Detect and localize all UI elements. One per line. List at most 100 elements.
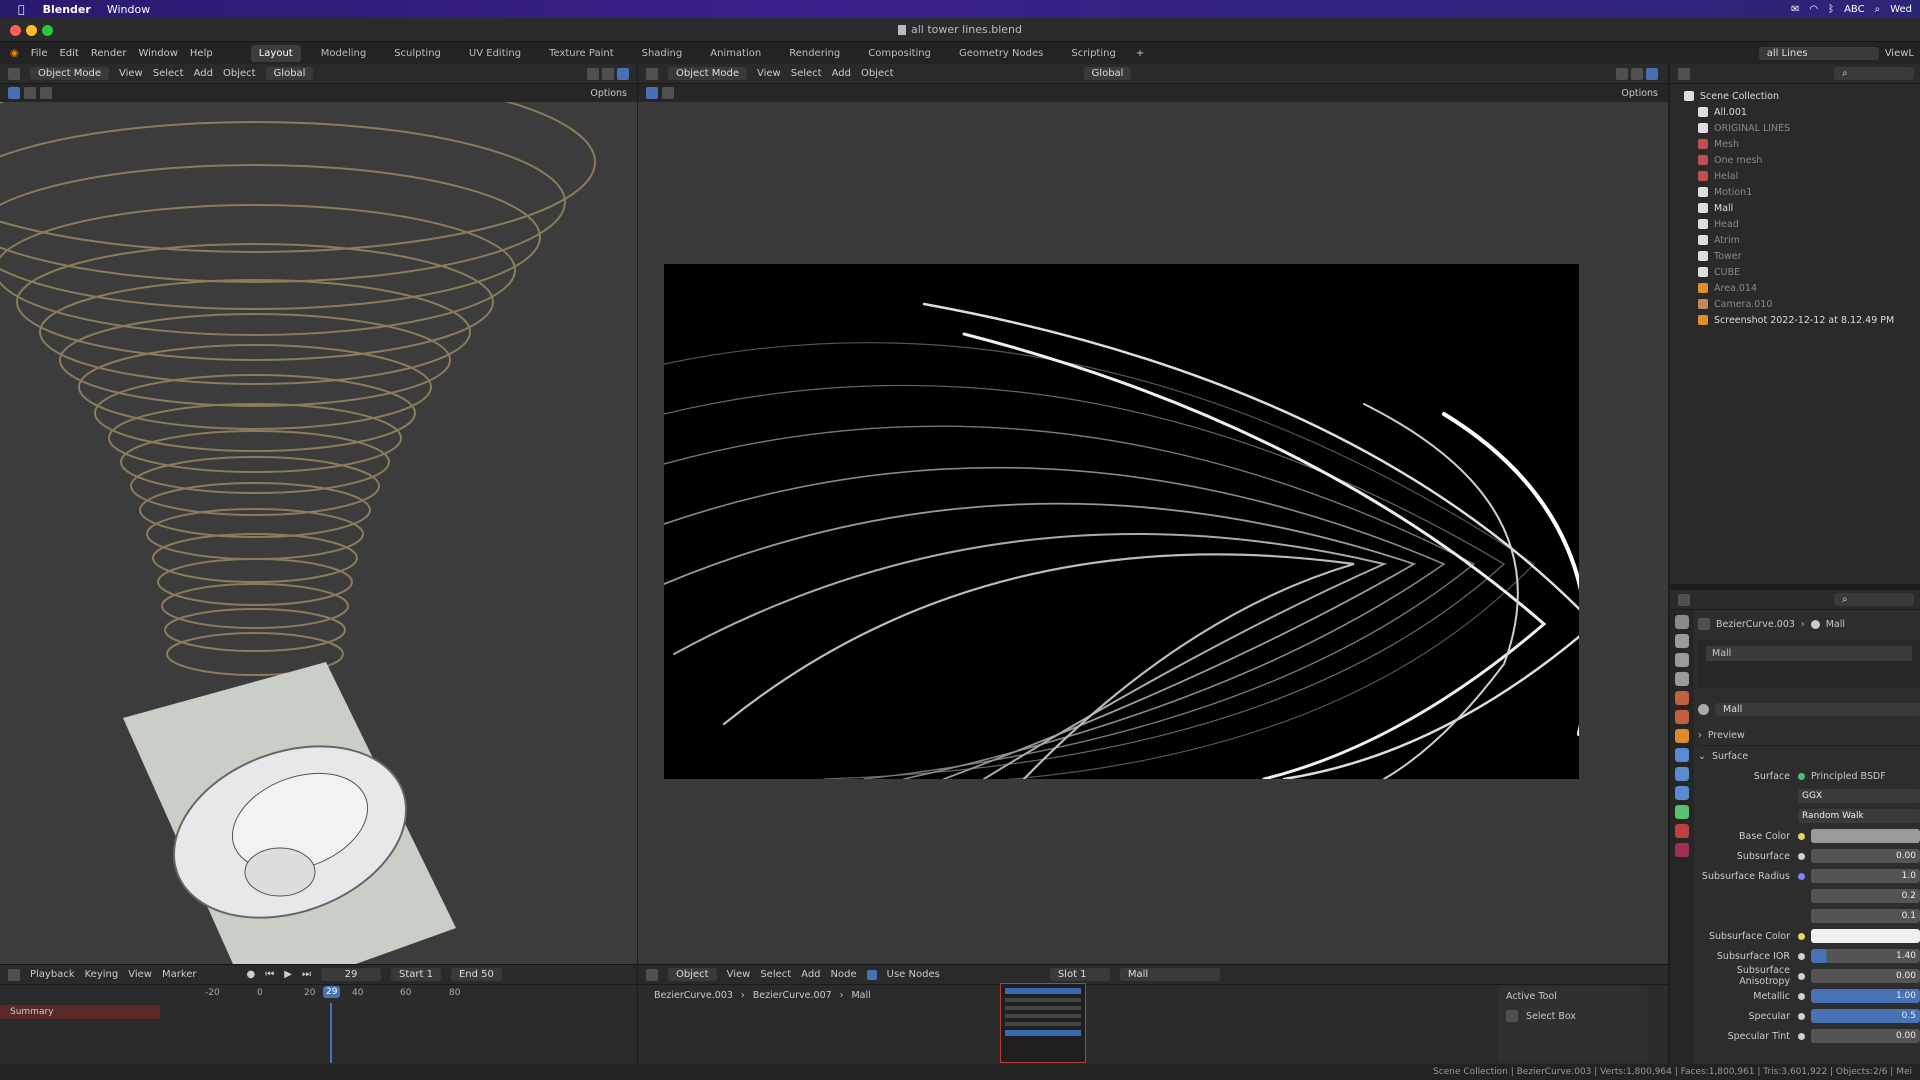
tab-modeling[interactable]: Modeling <box>313 45 375 62</box>
outliner-item[interactable]: CUBE <box>1684 264 1920 280</box>
tab-scripting[interactable]: Scripting <box>1063 45 1123 62</box>
play-icon[interactable]: ▶ <box>284 969 292 980</box>
left-menu-view[interactable]: View <box>119 68 143 79</box>
texture-tab-icon[interactable] <box>1675 843 1689 857</box>
material-slot-item[interactable]: Mall <box>1706 646 1912 661</box>
tab-geometry-nodes[interactable]: Geometry Nodes <box>951 45 1051 62</box>
shader-input-field[interactable]: 0.00 <box>1811 849 1920 863</box>
tab-sculpting[interactable]: Sculpting <box>386 45 449 62</box>
shader-input-field[interactable]: 1.40 <box>1811 949 1920 963</box>
shader-input-field[interactable] <box>1811 929 1920 943</box>
record-icon[interactable]: ● <box>247 969 256 980</box>
solid-shading-icon[interactable] <box>602 67 614 80</box>
outliner-item[interactable]: Head <box>1684 216 1920 232</box>
shader-input-field[interactable]: 1.0 <box>1811 869 1920 883</box>
zoom-window-button[interactable] <box>42 25 53 36</box>
outliner-item[interactable]: Mesh <box>1684 136 1920 152</box>
menu-edit[interactable]: Edit <box>59 48 78 59</box>
material-name-field[interactable]: Mall <box>1715 702 1920 716</box>
tab-shading[interactable]: Shading <box>634 45 691 62</box>
material-tab-icon[interactable] <box>1675 824 1689 838</box>
scene-selector[interactable]: all Lines <box>1758 46 1879 60</box>
bluetooth-icon[interactable]: ᛒ <box>1828 4 1834 15</box>
slot-selector[interactable]: Slot 1 <box>1049 968 1110 981</box>
tab-compositing[interactable]: Compositing <box>860 45 939 62</box>
current-frame-field[interactable]: 29 <box>320 968 381 981</box>
left-menu-object[interactable]: Object <box>223 68 256 79</box>
shader-input-field[interactable]: 0.1 <box>1811 909 1920 923</box>
tool-tab-icon[interactable] <box>1675 615 1689 629</box>
summary-channel[interactable]: Summary <box>0 1005 160 1019</box>
left-mode-selector[interactable]: Object Mode <box>30 67 109 80</box>
node-material-field[interactable]: Mall <box>1119 968 1220 981</box>
jump-start-icon[interactable]: ⏮ <box>265 969 274 980</box>
node-menu-add[interactable]: Add <box>801 969 820 980</box>
close-window-button[interactable] <box>10 25 21 36</box>
editor-type-icon[interactable] <box>646 968 658 981</box>
jump-end-icon[interactable]: ⏭ <box>302 969 311 980</box>
tab-animation[interactable]: Animation <box>702 45 769 62</box>
timeline-menu-marker[interactable]: Marker <box>162 969 197 980</box>
select-mode-icon[interactable] <box>24 87 36 99</box>
render-tab-icon[interactable] <box>1675 634 1689 648</box>
left-orientation-selector[interactable]: Global <box>265 67 314 80</box>
right-3d-viewport[interactable]: Object Mode View Select Add Object Globa… <box>638 64 1668 964</box>
tab-layout[interactable]: Layout <box>250 44 301 62</box>
shader-input-field[interactable]: 0.00 <box>1811 969 1920 983</box>
select-box-icon[interactable] <box>646 87 658 99</box>
outliner-item[interactable]: ORIGINAL LINES <box>1684 120 1920 136</box>
outliner-item[interactable]: Motion1 <box>1684 184 1920 200</box>
outliner-item[interactable]: Area.014 <box>1684 280 1920 296</box>
outliner-item[interactable]: All.001 <box>1684 104 1920 120</box>
timeline-menu-view[interactable]: View <box>128 969 152 980</box>
menu-help[interactable]: Help <box>190 48 213 59</box>
minimize-window-button[interactable] <box>26 25 37 36</box>
wireframe-shading-icon[interactable] <box>587 67 599 80</box>
tab-texture-paint[interactable]: Texture Paint <box>541 45 622 62</box>
panel-surface[interactable]: ⌄ Surface <box>1698 746 1920 766</box>
node-menu-select[interactable]: Select <box>760 969 791 980</box>
editor-type-icon[interactable] <box>1678 593 1690 606</box>
right-menu-view[interactable]: View <box>757 68 781 79</box>
material-browse-icon[interactable] <box>1698 703 1709 715</box>
right-menu-add[interactable]: Add <box>832 68 851 79</box>
use-nodes-checkbox[interactable] <box>866 969 877 980</box>
tab-rendering[interactable]: Rendering <box>781 45 848 62</box>
particles-tab-icon[interactable] <box>1675 767 1689 781</box>
outliner-item[interactable]: Atrim <box>1684 232 1920 248</box>
right-menu-object[interactable]: Object <box>861 68 894 79</box>
select-mode-icon[interactable] <box>40 87 52 99</box>
node-type-selector[interactable]: Object <box>668 968 717 981</box>
search-icon[interactable]: ⌕ <box>1875 4 1881 15</box>
menu-render[interactable]: Render <box>91 48 127 59</box>
end-frame-field[interactable]: End 50 <box>450 968 502 981</box>
solid-shading-icon[interactable] <box>1631 67 1643 80</box>
subsurface-method-select[interactable]: Random Walk <box>1798 809 1920 823</box>
menu-window[interactable]: Window <box>138 48 177 59</box>
shader-input-field[interactable]: 0.00 <box>1811 1029 1920 1043</box>
right-options-button[interactable]: Options <box>1621 88 1668 99</box>
modifier-tab-icon[interactable] <box>1675 748 1689 762</box>
macos-app-name[interactable]: Blender <box>43 3 91 16</box>
distribution-select[interactable]: GGX <box>1798 789 1920 803</box>
left-3d-viewport[interactable]: Object Mode View Select Add Object Globa… <box>0 64 637 964</box>
wireframe-shading-icon[interactable] <box>1616 67 1628 80</box>
timeline-menu-playback[interactable]: Playback <box>30 969 75 980</box>
rendered-shading-icon[interactable] <box>1646 67 1658 80</box>
scene-tab-icon[interactable] <box>1675 691 1689 705</box>
add-workspace-icon[interactable]: + <box>1136 48 1144 59</box>
select-box-icon[interactable] <box>8 87 20 99</box>
outliner-item[interactable]: Helal <box>1684 168 1920 184</box>
left-menu-select[interactable]: Select <box>153 68 184 79</box>
view-layer-tab-icon[interactable] <box>1675 672 1689 686</box>
macos-menu-window[interactable]: Window <box>107 3 150 16</box>
tab-uv-editing[interactable]: UV Editing <box>461 45 529 62</box>
rendered-shading-icon[interactable] <box>617 67 629 80</box>
node-menu-node[interactable]: Node <box>831 969 857 980</box>
properties-search-icon[interactable]: ⌕ <box>1834 593 1914 606</box>
mail-icon[interactable]: ✉ <box>1791 4 1799 15</box>
editor-type-icon[interactable] <box>8 67 20 80</box>
shader-input-field[interactable]: 0.5 <box>1811 1009 1920 1023</box>
select-box-tool-icon[interactable] <box>1506 1010 1518 1022</box>
editor-type-icon[interactable] <box>646 67 658 80</box>
